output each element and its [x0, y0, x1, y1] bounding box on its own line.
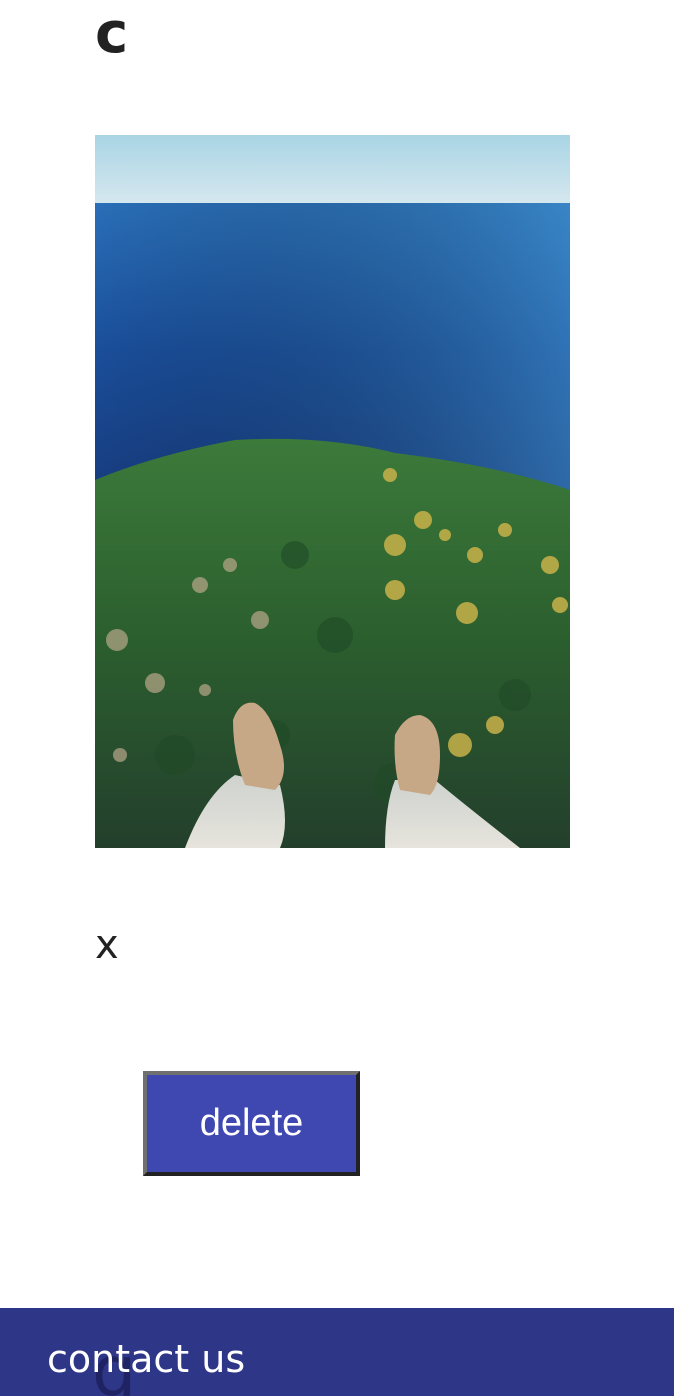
contact-us-link[interactable]: contact us [47, 1336, 245, 1382]
post-photo [95, 135, 570, 848]
post-caption: x [95, 922, 119, 968]
delete-button[interactable]: delete [143, 1071, 360, 1176]
post-title: c [95, 1, 129, 66]
footer: g contact us [0, 1308, 674, 1396]
page: c x delete g contact us [0, 0, 674, 1396]
